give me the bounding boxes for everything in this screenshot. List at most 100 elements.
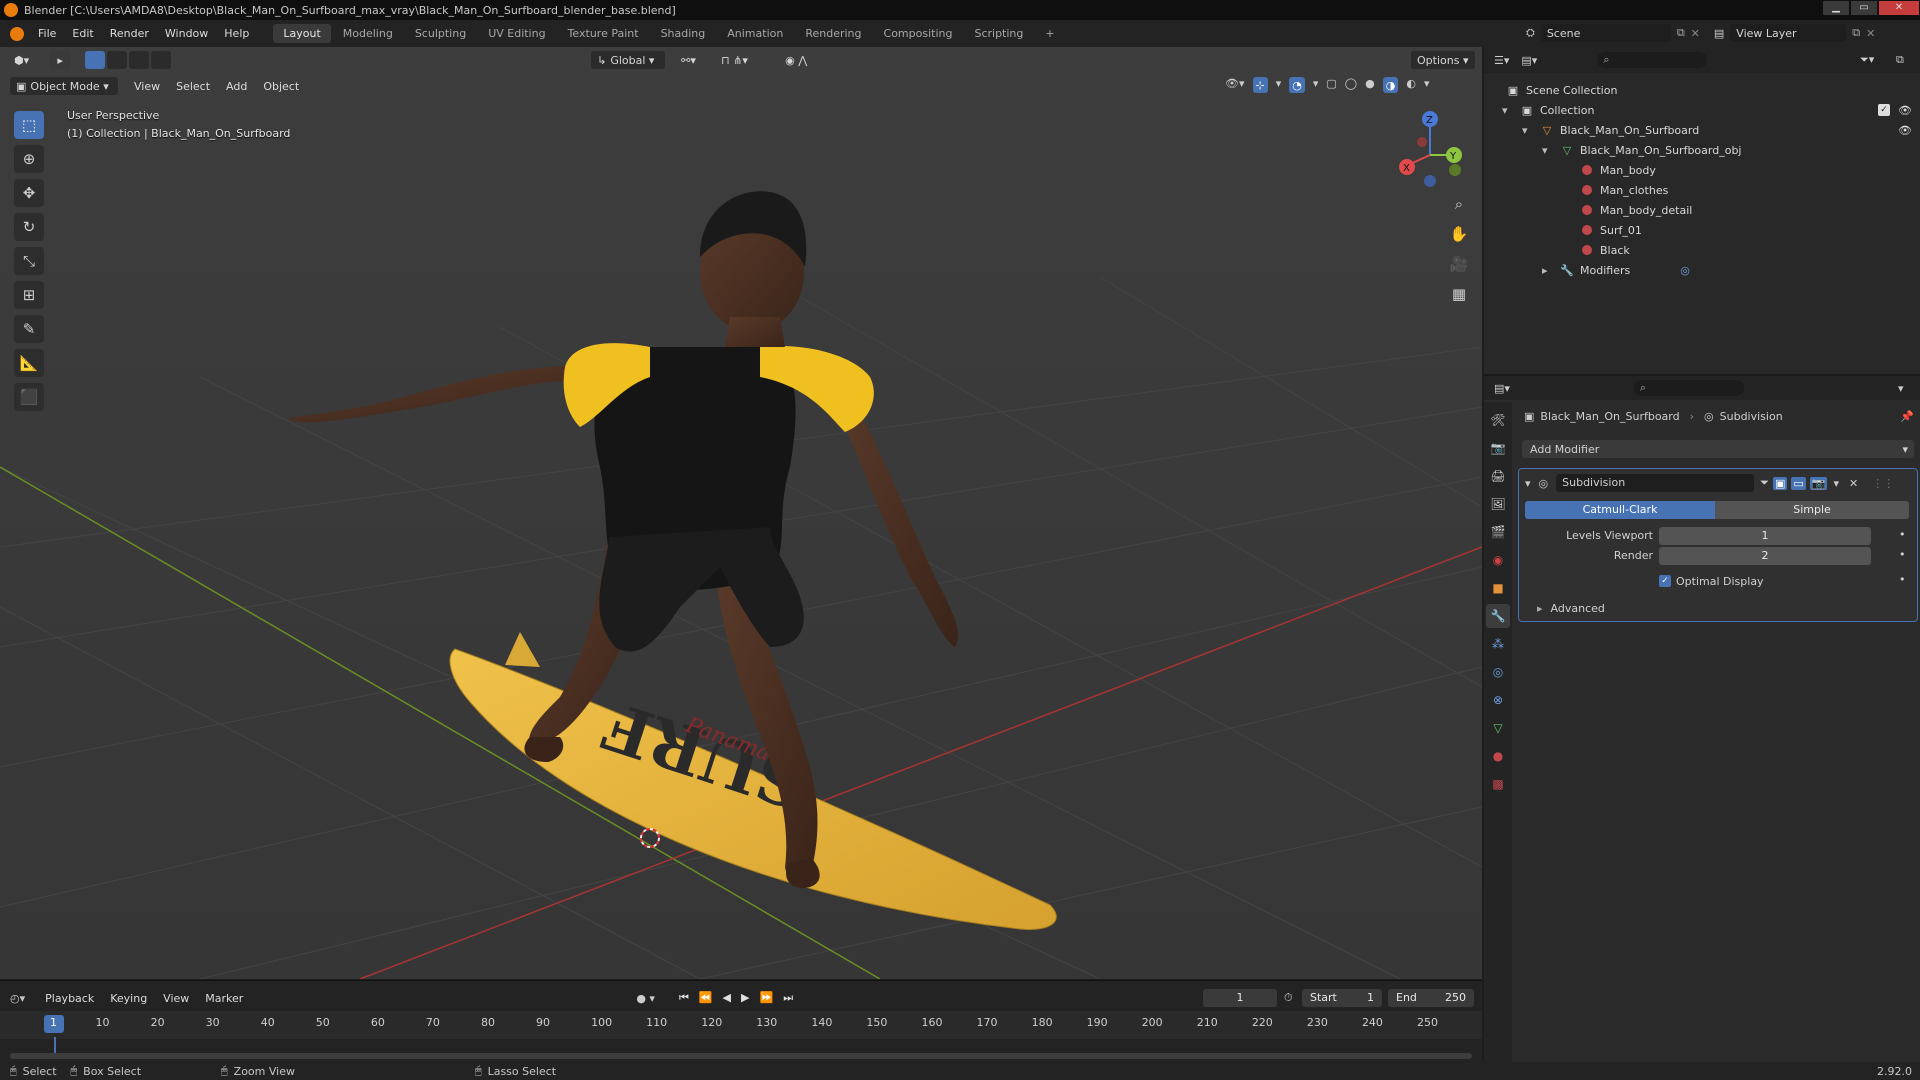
properties-editor-type-icon[interactable]: ▤▾ xyxy=(1494,382,1510,395)
properties-search-input[interactable]: ⌕ xyxy=(1633,380,1744,396)
levels-viewport-field[interactable]: 1 xyxy=(1659,527,1871,545)
stopwatch-icon[interactable]: ⏱ xyxy=(1284,991,1293,1005)
gizmo-dropdown-icon[interactable]: ▾ xyxy=(1276,77,1282,93)
visibility-icon[interactable]: 👁▾ xyxy=(1225,77,1245,93)
on-cage-toggle-icon[interactable]: ▣ xyxy=(1772,476,1788,490)
outliner-row-object[interactable]: ▾ ▽ Black_Man_On_Surfboard 👁 xyxy=(1484,120,1920,140)
optimal-display-checkbox[interactable]: ✓ xyxy=(1659,575,1671,587)
data-tab-icon[interactable]: ▽ xyxy=(1486,716,1510,740)
timeline-menu-playback[interactable]: Playback xyxy=(37,992,102,1005)
tab-rendering[interactable]: Rendering xyxy=(795,24,871,43)
keyframe-dot-icon[interactable]: • xyxy=(1899,528,1906,541)
keyframe-dot-icon[interactable]: • xyxy=(1899,573,1906,586)
jump-keyframe-back-icon[interactable]: ⏪ xyxy=(699,991,713,1005)
timeline-menu-keying[interactable]: Keying xyxy=(102,992,155,1005)
object-tab-icon[interactable]: ■ xyxy=(1486,576,1510,600)
modifier-menu-icon[interactable]: ▾ xyxy=(1833,477,1839,490)
modifier-tab-icon[interactable]: 🔧 xyxy=(1486,604,1510,628)
outliner-row-mesh[interactable]: ▾ ▽ Black_Man_On_Surfboard_obj xyxy=(1484,140,1920,160)
toggle-ortho-icon[interactable]: ▦ xyxy=(1446,281,1472,307)
pivot-point-icon[interactable]: ⚯▾ xyxy=(675,51,709,69)
subdivision-modifier-icon[interactable]: ◎ xyxy=(1680,264,1690,277)
jump-start-icon[interactable]: ⏮ xyxy=(679,991,689,1005)
select-new-icon[interactable] xyxy=(85,51,106,69)
current-frame-field[interactable]: 1 xyxy=(1203,989,1277,1007)
select-subtract-icon[interactable] xyxy=(129,51,150,69)
menu-window[interactable]: Window xyxy=(157,27,216,40)
select-box-tool-icon[interactable]: ⬚ xyxy=(14,111,44,139)
outliner-editor-type-icon[interactable]: ☰▾ xyxy=(1494,54,1509,67)
expand-advanced-icon[interactable]: ▸ xyxy=(1537,602,1543,615)
expand-collection-icon[interactable]: ▾ xyxy=(1502,104,1520,117)
simple-button[interactable]: Simple xyxy=(1715,501,1909,519)
annotate-tool-icon[interactable]: ✎ xyxy=(14,315,44,343)
tab-modeling[interactable]: Modeling xyxy=(333,24,403,43)
display-mode-icon[interactable]: ▤▾ xyxy=(1521,54,1537,67)
expand-mesh-icon[interactable]: ▾ xyxy=(1542,144,1560,157)
tab-animation[interactable]: Animation xyxy=(717,24,793,43)
scene-icon[interactable]: ⛭ xyxy=(1526,26,1535,40)
gizmo-neg-z[interactable] xyxy=(1424,175,1436,187)
jump-keyframe-forward-icon[interactable]: ⏩ xyxy=(759,991,773,1005)
properties-options-icon[interactable]: ▾ xyxy=(1898,382,1904,395)
add-workspace-button[interactable]: + xyxy=(1035,24,1064,43)
physics-tab-icon[interactable]: ◎ xyxy=(1486,660,1510,684)
material-tab-icon[interactable]: ● xyxy=(1486,744,1510,768)
select-tool-icon[interactable]: ▸ xyxy=(49,51,72,69)
play-reverse-icon[interactable]: ◀ xyxy=(723,991,731,1005)
viewport-menu-object[interactable]: Object xyxy=(255,80,307,93)
outliner-search-input[interactable]: ⌕ xyxy=(1597,52,1708,68)
menu-help[interactable]: Help xyxy=(216,27,257,40)
render-tab-icon[interactable]: 📷 xyxy=(1486,436,1510,460)
gizmo-neg-y[interactable] xyxy=(1449,164,1461,176)
outliner-row-scene-collection[interactable]: ▣ Scene Collection xyxy=(1484,80,1920,100)
advanced-subpanel-header[interactable]: ▸ Advanced xyxy=(1537,602,1605,615)
shading-dropdown-icon[interactable]: ▾ xyxy=(1424,77,1430,93)
delete-view-layer-icon[interactable]: ✕ xyxy=(1866,27,1875,40)
timeline-menu-marker[interactable]: Marker xyxy=(197,992,251,1005)
viewport-menu-view[interactable]: View xyxy=(126,80,168,93)
optimal-display-row[interactable]: ✓ Optimal Display xyxy=(1659,573,1764,589)
select-extend-icon[interactable] xyxy=(107,51,128,69)
auto-keying-icon[interactable]: ● ▾ xyxy=(636,992,655,1005)
collapse-modifier-icon[interactable]: ▾ xyxy=(1525,477,1531,490)
view-layer-selector[interactable]: View Layer xyxy=(1730,24,1847,42)
cursor-tool-icon[interactable]: ⊕ xyxy=(14,145,44,173)
gizmo-neg-x[interactable] xyxy=(1417,137,1427,147)
constraints-tab-icon[interactable]: ⊗ xyxy=(1486,688,1510,712)
drag-handle-icon[interactable]: ⋮⋮ xyxy=(1872,477,1894,490)
timeline-ruler[interactable]: 1 10 20 30 40 50 60 70 80 90 100 110 120 130 140 150 160… xyxy=(0,1011,1482,1039)
outliner-row-material[interactable]: Man_body xyxy=(1484,160,1920,180)
select-intersect-icon[interactable] xyxy=(151,51,172,69)
scene-selector[interactable]: Scene xyxy=(1540,24,1671,42)
modifier-name-field[interactable]: Subdivision xyxy=(1556,474,1755,492)
scale-tool-icon[interactable]: ⤡ xyxy=(14,247,44,275)
add-modifier-dropdown[interactable]: Add Modifier ▾ xyxy=(1522,440,1914,458)
start-frame-field[interactable]: Start 1 xyxy=(1302,989,1382,1007)
gizmo-toggle-icon[interactable]: ⊹ xyxy=(1252,77,1268,93)
world-tab-icon[interactable]: ◉ xyxy=(1486,548,1510,572)
timeline-menu-view[interactable]: View xyxy=(155,992,197,1005)
edit-mode-toggle-icon[interactable]: ⏷ xyxy=(1760,476,1769,490)
blender-menu-icon[interactable] xyxy=(10,26,24,41)
view-layer-icon[interactable]: ▤ xyxy=(1714,27,1724,40)
overlay-dropdown-icon[interactable]: ▾ xyxy=(1313,77,1319,93)
collection-exclude-checkbox[interactable]: ✓ xyxy=(1878,104,1890,116)
overlay-toggle-icon[interactable]: ◔ xyxy=(1289,77,1305,93)
texture-tab-icon[interactable]: ▩ xyxy=(1486,772,1510,796)
tab-layout[interactable]: Layout xyxy=(273,24,331,43)
outliner-row-modifiers[interactable]: ▸ 🔧 Modifiers ◎ xyxy=(1484,260,1920,280)
viewport-menu-add[interactable]: Add xyxy=(218,80,255,93)
minimize-button[interactable]: ▁ xyxy=(1823,1,1849,15)
mode-dropdown[interactable]: ▣ Object Mode ▾ xyxy=(10,77,118,95)
object-visibility-icon[interactable]: 👁 xyxy=(1898,124,1912,137)
move-tool-icon[interactable]: ✥ xyxy=(14,179,44,207)
remove-modifier-icon[interactable]: ✕ xyxy=(1849,477,1858,490)
maximize-button[interactable]: ▭ xyxy=(1851,1,1877,15)
tab-compositing[interactable]: Compositing xyxy=(874,24,963,43)
jump-end-icon[interactable]: ⏭ xyxy=(783,991,793,1005)
timeline-editor-type-icon[interactable]: ◴▾ xyxy=(10,992,25,1005)
view-layer-tab-icon[interactable]: 🖼 xyxy=(1486,492,1510,516)
wireframe-shading-icon[interactable]: ◯ xyxy=(1345,77,1357,93)
outliner-row-material[interactable]: Black xyxy=(1484,240,1920,260)
